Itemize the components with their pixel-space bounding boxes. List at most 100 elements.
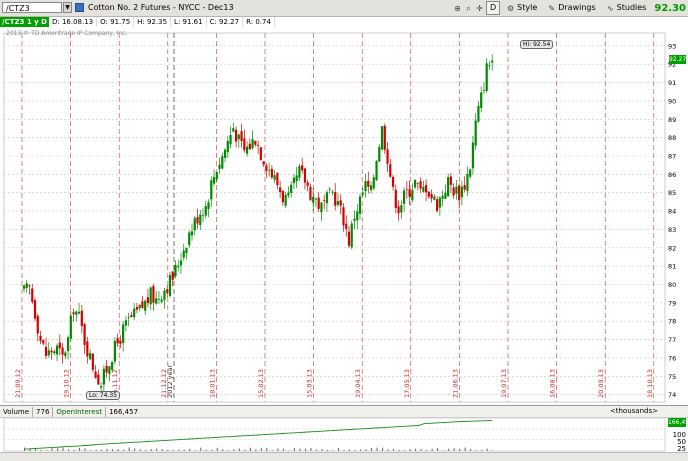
candle-body — [386, 149, 389, 164]
candle-body — [127, 317, 130, 319]
x-tick-label: 19.07.13 — [500, 369, 508, 398]
volume-bar — [376, 447, 378, 451]
candle-body — [425, 184, 428, 193]
volume-panel-header: Volume 776 OpenInterest 166,457 <thousan… — [0, 405, 688, 418]
candle-body — [438, 197, 441, 208]
y-tick-label: 91 — [668, 79, 676, 87]
candle-body — [53, 351, 56, 354]
candle-body — [447, 177, 450, 197]
candle-body — [334, 192, 337, 206]
candle-body — [394, 189, 397, 209]
candle-body — [317, 197, 320, 209]
volume-bar — [249, 447, 251, 451]
volume-bar — [431, 448, 433, 451]
volume-bar — [161, 449, 163, 451]
volume-units: <thousands> — [609, 407, 658, 415]
volume-bar — [178, 449, 180, 451]
volume-bar — [35, 447, 37, 451]
candle-body — [488, 65, 491, 67]
x-tick-label: 21.09.12 — [14, 369, 22, 398]
candle-body — [218, 164, 221, 169]
candle-body — [28, 285, 31, 287]
candle-body — [276, 172, 279, 186]
candle-body — [210, 180, 213, 200]
candle-body — [146, 297, 150, 304]
candle-body — [77, 311, 81, 314]
volume-bar — [277, 448, 279, 451]
volume-bar — [112, 449, 114, 451]
volume-bar — [62, 447, 64, 451]
candle-body — [474, 120, 477, 146]
volume-bar — [139, 449, 141, 451]
candle-body — [160, 299, 163, 302]
candle-body — [356, 211, 359, 221]
volume-bar — [492, 450, 494, 451]
candle-body — [383, 125, 386, 150]
open-interest-tag: 166,457 — [668, 418, 688, 427]
candle-body — [177, 265, 180, 268]
candle-body — [259, 147, 262, 160]
y-tick-label: 79 — [668, 299, 676, 307]
candle-body — [265, 165, 268, 171]
candle-body — [372, 177, 375, 189]
volume-bar — [426, 450, 428, 451]
candle-body — [301, 165, 304, 171]
candle-body — [449, 176, 452, 185]
volume-bar — [222, 449, 224, 451]
candle-body — [397, 206, 400, 214]
candle-body — [31, 288, 34, 302]
chart-window: /CTZ3 ▼ Cotton No. 2 Futures - NYCC - De… — [0, 0, 688, 461]
candle-body — [391, 176, 395, 187]
candle-body — [130, 315, 133, 318]
candle-body — [419, 181, 422, 189]
candle-body — [171, 271, 174, 280]
volume-bar — [211, 449, 213, 451]
candle-body — [199, 214, 202, 226]
price-chart[interactable]: 7475767778798081828384858687888990919293… — [0, 0, 688, 452]
volume-bar — [134, 448, 136, 451]
candle-body — [185, 248, 188, 254]
y-tick-label: 86 — [668, 171, 676, 179]
candle-body — [174, 264, 177, 277]
candle-body — [339, 200, 342, 206]
x-tick-label: 19.10.12 — [63, 369, 71, 398]
volume-bar — [464, 447, 466, 451]
volume-bar — [123, 449, 125, 451]
candle-body — [480, 92, 483, 108]
candle-body — [221, 156, 224, 169]
candle-body — [66, 337, 70, 352]
candle-body — [347, 231, 351, 246]
candle-body — [113, 340, 116, 362]
candle-body — [463, 185, 466, 190]
volume-bar — [299, 448, 301, 451]
candle-body — [325, 192, 329, 204]
candle-body — [168, 275, 172, 296]
volume-bar — [227, 450, 229, 451]
volume-bar — [29, 448, 31, 451]
candle-body — [193, 218, 196, 231]
candle-body — [284, 194, 287, 206]
candle-body — [226, 140, 229, 153]
open-interest-label: OpenInterest — [52, 406, 107, 417]
candle-body — [215, 172, 218, 180]
candle-body — [257, 144, 260, 146]
candle-body — [323, 200, 326, 202]
volume-bar — [348, 449, 350, 451]
volume-bar — [57, 448, 59, 451]
candle-body — [411, 190, 414, 201]
volume-bar — [315, 449, 317, 451]
plot-area-border — [3, 32, 666, 403]
candle-body — [452, 187, 455, 196]
volume-bar — [238, 448, 240, 451]
volume-bar — [282, 448, 284, 451]
x-tick-label: 18.10.13 — [646, 369, 654, 398]
candle-body — [72, 312, 75, 315]
volume-bar — [409, 449, 411, 451]
volume-bar — [101, 449, 103, 451]
volume-bar — [337, 448, 339, 451]
candle-body — [39, 335, 42, 341]
volume-bar — [486, 448, 488, 451]
volume-bar — [200, 447, 202, 451]
volume-bar — [459, 448, 461, 451]
volume-bar — [145, 449, 147, 451]
